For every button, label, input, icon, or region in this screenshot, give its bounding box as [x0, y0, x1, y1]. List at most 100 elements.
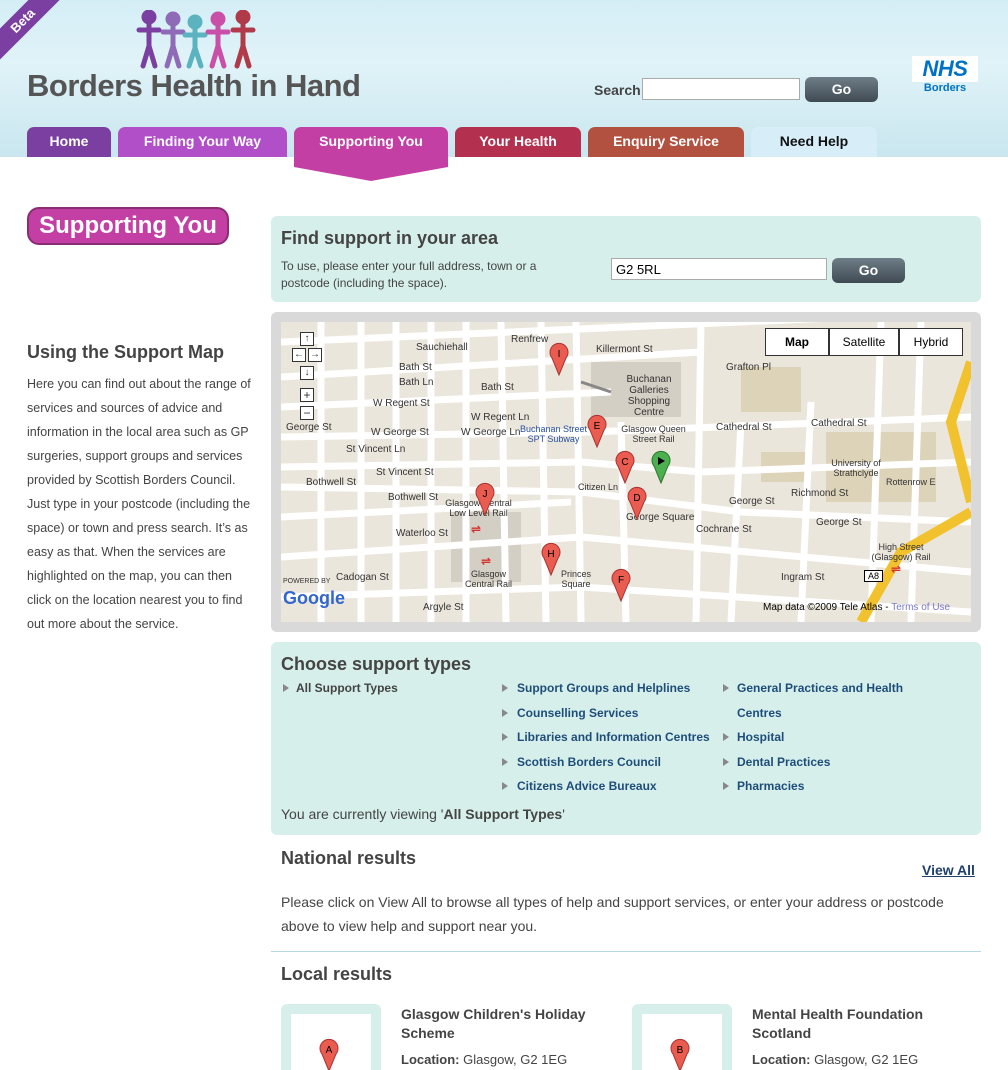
- map-marker-c[interactable]: C: [615, 450, 635, 489]
- tab-your-health[interactable]: Your Health: [455, 127, 581, 157]
- find-support-go-button[interactable]: Go: [832, 258, 905, 283]
- tab-supporting-you[interactable]: Supporting You: [294, 127, 448, 157]
- zoom-in-icon[interactable]: +: [300, 388, 314, 402]
- search-go-button[interactable]: Go: [805, 77, 878, 102]
- support-type-support-groups[interactable]: Support Groups and Helplines: [517, 681, 690, 695]
- map-label: Sauchiehall: [416, 342, 468, 353]
- map-type-hybrid-button[interactable]: Hybrid: [899, 328, 963, 356]
- result-thumbnail-inner: B: [642, 1014, 722, 1070]
- powered-by-label: POWERED BY: [283, 578, 331, 585]
- nhs-borders-logo: NHS Borders: [912, 56, 978, 94]
- map-marker-f[interactable]: F: [611, 568, 631, 607]
- map-label: Cochrane St: [696, 524, 752, 535]
- map-marker-e[interactable]: E: [587, 414, 607, 453]
- map-label: Bath St: [481, 382, 514, 393]
- postcode-input[interactable]: [611, 258, 827, 280]
- tab-home[interactable]: Home: [27, 127, 111, 157]
- support-type-general-practices[interactable]: General Practices and Health: [737, 681, 903, 695]
- map-label: Argyle St: [423, 602, 464, 613]
- map-label: Princes Square: [560, 569, 591, 589]
- map-label: Cathedral St: [811, 418, 867, 429]
- map-label: Waterloo St: [396, 528, 448, 539]
- map-marker-a-icon: A: [319, 1038, 339, 1070]
- nhs-logo-subtitle: Borders: [923, 82, 967, 94]
- map-label: Buchanan Galleries Shopping Centre: [626, 374, 672, 418]
- nhs-logo-mark: NHS: [912, 56, 978, 82]
- map-label: W George St: [371, 427, 429, 438]
- tab-need-help[interactable]: Need Help: [751, 127, 877, 157]
- map-type-satellite-button[interactable]: Satellite: [829, 328, 899, 356]
- result-thumbnail[interactable]: B: [632, 1004, 732, 1070]
- bullet-arrow-icon: [502, 733, 508, 741]
- view-all-link[interactable]: View All: [922, 862, 975, 878]
- map-label: Glasgow Central Rail: [464, 569, 513, 589]
- find-support-instructions: To use, please enter your full address, …: [281, 259, 537, 290]
- result-title[interactable]: Mental Health Foundation Scotland: [752, 1005, 962, 1043]
- national-results-text: Please click on View All to browse all t…: [281, 894, 944, 934]
- beta-badge: Beta: [0, 0, 63, 61]
- bullet-arrow-icon: [283, 684, 289, 692]
- local-results-heading: Local results: [281, 964, 393, 984]
- support-type-libraries[interactable]: Libraries and Information Centres: [517, 730, 710, 744]
- bullet-arrow-icon: [502, 758, 508, 766]
- support-type-citizens-advice[interactable]: Citizens Advice Bureaux: [517, 779, 657, 793]
- result-title[interactable]: Glasgow Children's Holiday Scheme: [401, 1005, 611, 1043]
- svg-text:C: C: [621, 457, 628, 468]
- support-type-pharmacies[interactable]: Pharmacies: [737, 779, 804, 793]
- map-label: Glasgow Queen Street Rail: [621, 424, 686, 444]
- map-label: George St: [729, 496, 775, 507]
- map-label: Grafton Pl: [726, 362, 772, 373]
- find-support-heading: Find support in your area: [281, 228, 499, 248]
- pan-up-icon[interactable]: ↑: [300, 332, 314, 346]
- map-label: St Vincent Ln: [346, 444, 406, 455]
- pan-right-icon[interactable]: →: [308, 348, 322, 362]
- terms-of-use-link[interactable]: Terms of Use: [891, 602, 950, 613]
- map-label: University of Strathclyde: [831, 458, 881, 478]
- support-map[interactable]: Sauchiehall Renfrew Killermont St Bath S…: [281, 322, 971, 622]
- svg-text:D: D: [633, 493, 640, 504]
- tab-enquiry-service[interactable]: Enquiry Service: [588, 127, 744, 157]
- rail-station-icon: ⇌: [481, 554, 492, 568]
- support-type-hospital[interactable]: Hospital: [737, 730, 784, 744]
- map-marker-i[interactable]: I: [549, 342, 569, 381]
- svg-text:F: F: [618, 575, 624, 586]
- bullet-arrow-icon: [502, 684, 508, 692]
- map-label: Richmond St: [791, 488, 849, 499]
- search-input[interactable]: [642, 78, 800, 100]
- tab-finding-your-way[interactable]: Finding Your Way: [118, 127, 287, 157]
- support-type-council[interactable]: Scottish Borders Council: [517, 755, 661, 769]
- map-type-map-button[interactable]: Map: [765, 328, 829, 356]
- svg-text:E: E: [594, 421, 601, 432]
- svg-text:B: B: [677, 1045, 684, 1056]
- site-title: Borders Health in Hand: [27, 68, 361, 103]
- map-label: W Regent Ln: [471, 412, 530, 423]
- map-label: Bothwell St: [306, 477, 357, 488]
- support-type-counselling[interactable]: Counselling Services: [517, 706, 638, 720]
- support-types-heading: Choose support types: [281, 654, 472, 674]
- bullet-arrow-icon: [723, 782, 729, 790]
- svg-text:J: J: [483, 489, 488, 500]
- find-support-panel: Find support in your area To use, please…: [271, 216, 981, 302]
- divider: [271, 951, 981, 952]
- rail-station-icon: ⇌: [891, 562, 902, 576]
- map-label: A8: [864, 570, 884, 582]
- svg-text:I: I: [558, 349, 561, 360]
- pan-down-icon[interactable]: ↓: [300, 366, 314, 380]
- support-type-all[interactable]: All Support Types: [296, 681, 398, 695]
- map-label: George St: [286, 422, 332, 433]
- support-type-general-practices-cont[interactable]: Centres: [737, 706, 782, 720]
- map-marker-d[interactable]: D: [627, 486, 647, 525]
- support-type-dental[interactable]: Dental Practices: [737, 755, 830, 769]
- pan-left-icon[interactable]: ←: [292, 348, 306, 362]
- svg-text:A: A: [326, 1045, 333, 1056]
- map-marker-j[interactable]: J: [475, 482, 495, 521]
- map-label: Killermont St: [596, 344, 653, 355]
- zoom-out-icon[interactable]: −: [300, 406, 314, 420]
- map-marker-h[interactable]: H: [541, 542, 561, 581]
- map-marker-current-location[interactable]: [651, 450, 671, 489]
- result-thumbnail-inner: A: [291, 1014, 371, 1070]
- map-label: W George Ln: [461, 427, 521, 438]
- map-label: Citizen Ln: [578, 482, 619, 492]
- result-thumbnail[interactable]: A: [281, 1004, 381, 1070]
- map-copyright: Map data ©2009 Tele Atlas - Terms of Use: [763, 602, 951, 613]
